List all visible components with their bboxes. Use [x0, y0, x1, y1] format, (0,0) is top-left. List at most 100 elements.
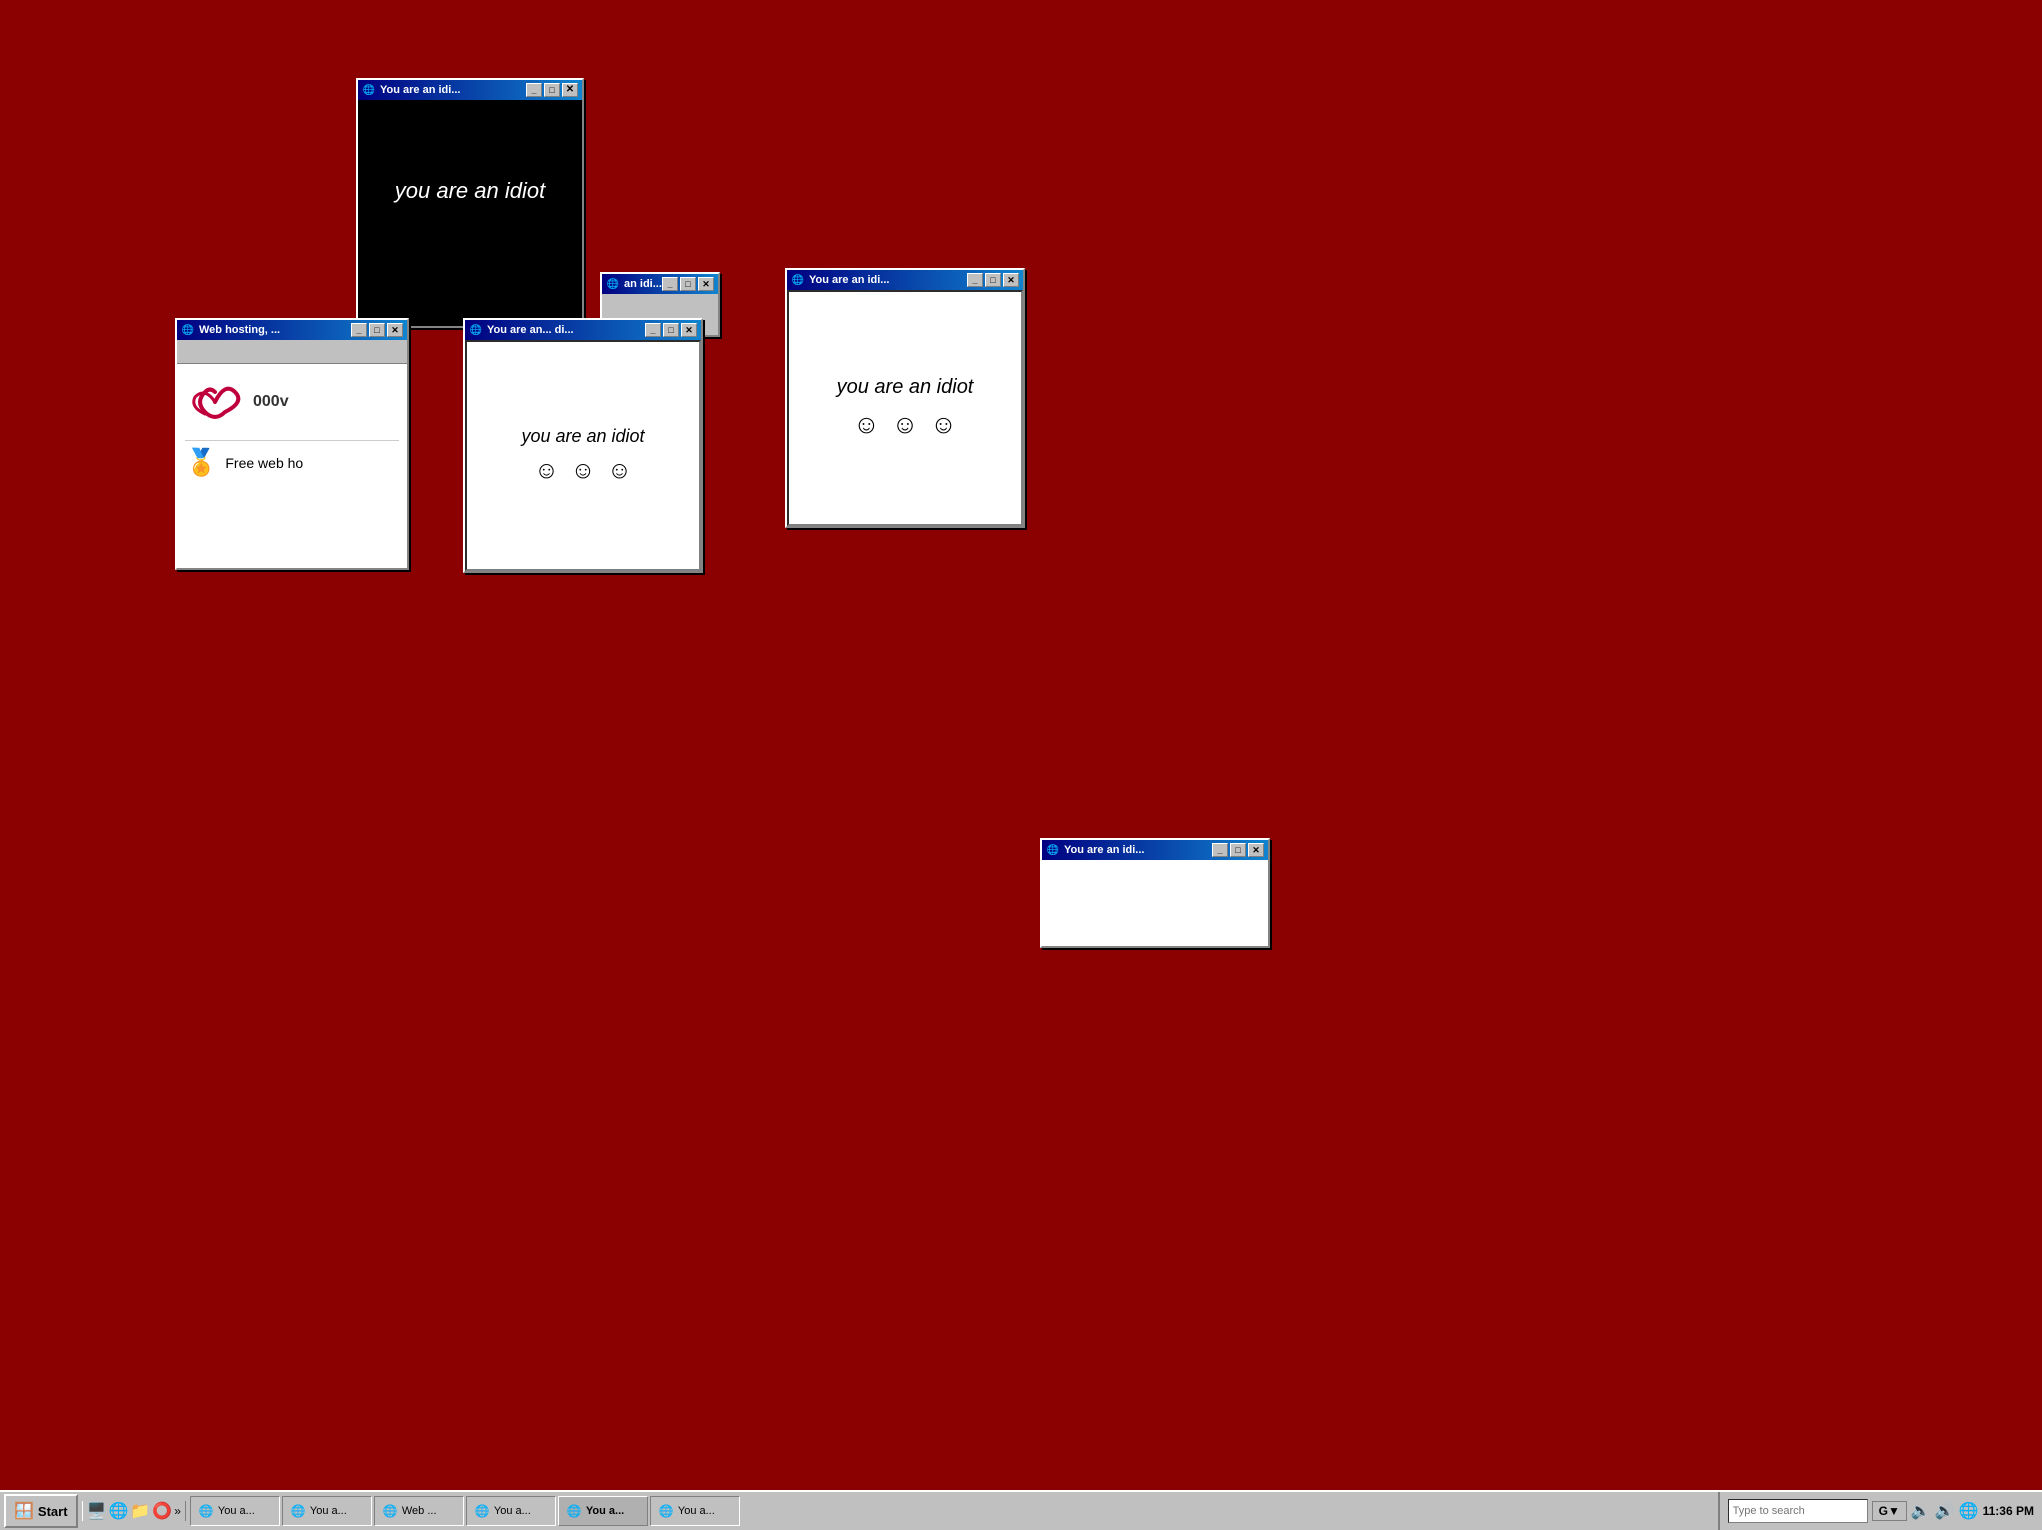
ribbon-icon: 🏅: [185, 447, 217, 478]
network-icon[interactable]: 🌐: [1959, 1501, 1979, 1521]
window-icon-1: 🌐: [362, 83, 376, 97]
main-idiot-title: You are an idi...: [380, 84, 460, 96]
ql-icon-4[interactable]: ⭕: [152, 1501, 172, 1521]
idiot-window-small-br: 🌐 You are an idi... _ □ ✕: [1040, 838, 1270, 948]
idiot-title-3: You are an... di...: [487, 324, 574, 336]
idiot-message-1: you are an idiot: [395, 178, 545, 204]
taskbar-item-4[interactable]: 🌐 You a...: [466, 1496, 556, 1526]
minimize-button-web[interactable]: _: [351, 323, 367, 337]
free-web-text: Free web ho: [225, 455, 303, 471]
taskbar-icon-6: 🌐: [659, 1504, 674, 1518]
close-button-1[interactable]: ✕: [562, 83, 578, 97]
ql-icon-1[interactable]: 🖥️: [87, 1501, 107, 1521]
smiley-2: ☺: [456, 216, 485, 248]
smiley-rb: ☺: [892, 409, 919, 440]
start-icon: 🪟: [14, 1501, 34, 1521]
close-button-2[interactable]: ✕: [698, 277, 714, 291]
desktop: 🌐 You are an idi... _ □ ✕ you are an idi…: [0, 0, 2042, 1490]
search-box[interactable]: [1728, 1499, 1868, 1523]
smiley-row-3: ☺ ☺ ☺: [534, 457, 632, 485]
system-tray: G▼ 🔈 🔊 🌐 11:36 PM: [1718, 1492, 2042, 1530]
main-idiot-content: you are an idiot ☺ ☺ ☺: [358, 100, 582, 326]
maximize-button-1[interactable]: □: [544, 83, 560, 97]
idiot-content-3: you are an idiot ☺ ☺ ☺: [465, 340, 701, 571]
taskbar-label-3: Web ...: [402, 1505, 437, 1517]
taskbar: 🪟 Start 🖥️ 🌐 📁 ⭕ » 🌐 You a... 🌐 You a...…: [0, 1490, 2042, 1530]
minimize-button-small-br[interactable]: _: [1212, 843, 1228, 857]
window-icon-small-br: 🌐: [1046, 843, 1060, 857]
smiley-1: ☺: [411, 216, 440, 248]
taskbar-label-4: You a...: [494, 1505, 531, 1517]
taskbar-label-6: You a...: [678, 1505, 715, 1517]
main-idiot-titlebar: 🌐 You are an idi... _ □ ✕: [358, 80, 582, 100]
ql-expand[interactable]: »: [174, 1504, 181, 1518]
minimize-button-right[interactable]: _: [967, 273, 983, 287]
taskbar-item-2[interactable]: 🌐 You a...: [282, 1496, 372, 1526]
speaker-icon[interactable]: 🔊: [1935, 1501, 1955, 1521]
google-button[interactable]: G▼: [1872, 1501, 1907, 1521]
taskbar-item-3[interactable]: 🌐 Web ...: [374, 1496, 464, 1526]
web-hosting-content: 000v 🏅 Free web ho: [177, 364, 407, 568]
window-icon-right: 🌐: [791, 273, 805, 287]
taskbar-icon-4: 🌐: [475, 1504, 490, 1518]
start-label: Start: [38, 1504, 68, 1519]
tray-icons: 🔈 🔊 🌐: [1911, 1501, 1979, 1521]
taskbar-item-1[interactable]: 🌐 You a...: [190, 1496, 280, 1526]
main-idiot-window: 🌐 You are an idi... _ □ ✕ you are an idi…: [356, 78, 584, 328]
close-button-small-br[interactable]: ✕: [1248, 843, 1264, 857]
web-hosting-title: Web hosting, ...: [199, 324, 280, 336]
ql-icon-3[interactable]: 📁: [130, 1501, 150, 1521]
000v-label: 000v: [253, 393, 289, 411]
start-button[interactable]: 🪟 Start: [4, 1494, 78, 1528]
idiot-title-2: an idi...: [624, 278, 662, 290]
close-button-web[interactable]: ✕: [387, 323, 403, 337]
clock: 11:36 PM: [1983, 1504, 2034, 1518]
smiley-3a: ☺: [534, 457, 559, 485]
close-button-3[interactable]: ✕: [681, 323, 697, 337]
idiot-titlebar-small-br: 🌐 You are an idi... _ □ ✕: [1042, 840, 1268, 860]
web-hosting-titlebar: 🌐 Web hosting, ... _ □ ✕: [177, 320, 407, 340]
maximize-button-2[interactable]: □: [680, 277, 696, 291]
taskbar-items: 🌐 You a... 🌐 You a... 🌐 Web ... 🌐 You a.…: [190, 1496, 1714, 1526]
minimize-button-3[interactable]: _: [645, 323, 661, 337]
taskbar-label-5: You a...: [586, 1505, 624, 1517]
idiot-titlebar-right: 🌐 You are an idi... _ □ ✕: [787, 270, 1023, 290]
minimize-button-2[interactable]: _: [662, 277, 678, 291]
taskbar-item-6[interactable]: 🌐 You a...: [650, 1496, 740, 1526]
web-hosting-window: 🌐 Web hosting, ... _ □ ✕ 000v 🏅: [175, 318, 409, 570]
idiot-message-3: you are an idiot: [521, 426, 644, 447]
idiot-title-small-br: You are an idi...: [1064, 844, 1144, 856]
idiot-title-right: You are an idi...: [809, 274, 889, 286]
quick-launch: 🖥️ 🌐 📁 ⭕ »: [82, 1501, 186, 1521]
window-icon-2: 🌐: [606, 277, 620, 291]
taskbar-label-1: You a...: [218, 1505, 255, 1517]
idiot-window-right: 🌐 You are an idi... _ □ ✕ you are an idi…: [785, 268, 1025, 528]
maximize-button-small-br[interactable]: □: [1230, 843, 1246, 857]
maximize-button-web[interactable]: □: [369, 323, 385, 337]
idiot-window-3: 🌐 You are an... di... _ □ ✕ you are an i…: [463, 318, 703, 573]
smiley-ra: ☺: [853, 409, 880, 440]
smiley-3b: ☺: [571, 457, 596, 485]
taskbar-label-2: You a...: [310, 1505, 347, 1517]
maximize-button-3[interactable]: □: [663, 323, 679, 337]
smiley-row-right: ☺ ☺ ☺: [853, 409, 957, 440]
smiley-3: ☺: [500, 216, 529, 248]
taskbar-item-5[interactable]: 🌐 You a...: [558, 1496, 648, 1526]
minimize-button-1[interactable]: _: [526, 83, 542, 97]
maximize-button-right[interactable]: □: [985, 273, 1001, 287]
idiot-content-right: you are an idiot ☺ ☺ ☺: [787, 290, 1023, 526]
taskbar-icon-5: 🌐: [567, 1504, 582, 1518]
idiot-message-right: you are an idiot: [837, 376, 974, 399]
taskbar-icon-2: 🌐: [291, 1504, 306, 1518]
search-input[interactable]: [1733, 1505, 1863, 1517]
smiley-3c: ☺: [607, 457, 632, 485]
smiley-row-1: ☺ ☺ ☺: [411, 216, 529, 248]
ql-icon-2[interactable]: 🌐: [108, 1501, 128, 1521]
volume-icon[interactable]: 🔈: [1911, 1501, 1931, 1521]
close-button-right[interactable]: ✕: [1003, 273, 1019, 287]
window-icon-web: 🌐: [181, 323, 195, 337]
smiley-rc: ☺: [930, 409, 957, 440]
idiot-titlebar-3: 🌐 You are an... di... _ □ ✕: [465, 320, 701, 340]
swirl-logo: [185, 372, 245, 432]
taskbar-icon-3: 🌐: [383, 1504, 398, 1518]
